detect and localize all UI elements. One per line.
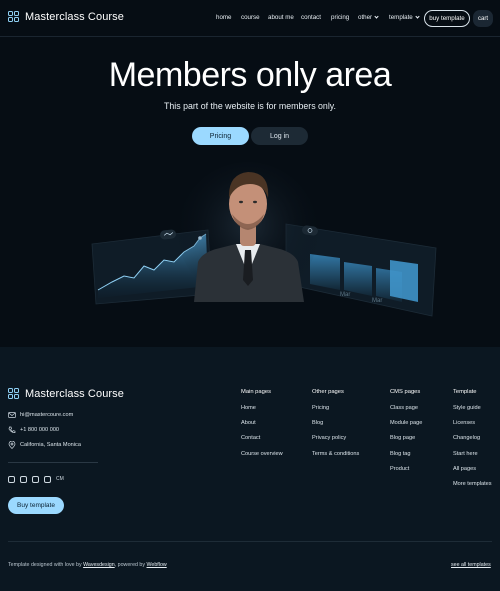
footer-column-title: Main pages bbox=[241, 389, 271, 395]
footer-link[interactable]: Start here bbox=[453, 451, 492, 466]
footer-link[interactable]: Contact bbox=[241, 435, 283, 450]
nav-contact[interactable]: contact bbox=[301, 14, 321, 21]
see-all-templates-link[interactable]: see all templates bbox=[451, 562, 491, 568]
nav-other-dropdown[interactable]: other bbox=[358, 14, 379, 21]
footer-column-title: Other pages bbox=[312, 389, 344, 395]
footer-link[interactable]: Terms & conditions bbox=[312, 451, 359, 466]
footer-brand-logo[interactable]: Masterclass Course bbox=[8, 388, 124, 400]
logo-icon bbox=[8, 388, 20, 400]
footer-link[interactable]: Licenses bbox=[453, 420, 492, 435]
footer-link[interactable]: Course overview bbox=[241, 451, 283, 466]
youtube-icon[interactable] bbox=[20, 476, 27, 483]
footer-email-text: hi@mastercoure.com bbox=[20, 412, 74, 418]
platform-link[interactable]: Webflow bbox=[147, 562, 167, 568]
footer-link[interactable]: Privacy policy bbox=[312, 435, 359, 450]
footer-link[interactable]: All pages bbox=[453, 466, 492, 481]
footer-link[interactable]: Blog bbox=[312, 420, 359, 435]
footer-phone-text: +1 800 000 000 bbox=[20, 427, 60, 433]
chart-label: Mar bbox=[372, 298, 382, 304]
nav-template-dropdown[interactable]: template bbox=[389, 14, 420, 21]
hero-illustration: Mar Mar bbox=[91, 162, 437, 317]
snapchat-icon[interactable] bbox=[44, 476, 51, 483]
footer-bottom-divider bbox=[8, 541, 492, 542]
footer-divider bbox=[8, 462, 98, 463]
buy-template-button[interactable]: buy template bbox=[424, 10, 470, 27]
footer-location: California, Santa Monica bbox=[8, 441, 81, 449]
phone-icon bbox=[8, 426, 16, 433]
logo-icon bbox=[8, 11, 20, 23]
facebook-icon[interactable] bbox=[32, 476, 39, 483]
footer-link[interactable]: Pricing bbox=[312, 405, 359, 420]
footer-column-template: Template Style guide Licenses Changelog … bbox=[453, 389, 492, 496]
social-links: CM bbox=[8, 476, 64, 483]
credits-mid: , powered by bbox=[114, 562, 147, 568]
footer-column-title: CMS pages bbox=[390, 389, 421, 395]
footer-brand-name: Masterclass Course bbox=[25, 388, 124, 400]
credits-prefix: Template designed with love by bbox=[8, 562, 84, 568]
pricing-button[interactable]: Pricing bbox=[192, 127, 249, 145]
footer-link[interactable]: Blog tag bbox=[390, 451, 422, 466]
chevron-down-icon bbox=[415, 14, 420, 19]
footer-column-cms-pages: CMS pages Class page Module page Blog pa… bbox=[390, 389, 422, 481]
footer-link[interactable]: Changelog bbox=[453, 435, 492, 450]
footer-location-text: California, Santa Monica bbox=[20, 442, 81, 448]
footer-email[interactable]: hi@mastercoure.com bbox=[8, 411, 73, 419]
designer-link[interactable]: Wavesdesign bbox=[83, 562, 115, 568]
footer-column-title: Template bbox=[453, 389, 477, 395]
location-pin-icon bbox=[8, 441, 16, 449]
footer-phone[interactable]: +1 800 000 000 bbox=[8, 426, 59, 434]
footer-link[interactable]: Module page bbox=[390, 420, 422, 435]
footer-buy-template-button[interactable]: Buy template bbox=[8, 497, 64, 514]
cart-button[interactable]: cart bbox=[473, 10, 493, 27]
chart-label: Mar bbox=[340, 292, 350, 298]
page-title: Members only area bbox=[108, 56, 392, 94]
mail-icon bbox=[8, 412, 16, 418]
footer-link[interactable]: Home bbox=[241, 405, 283, 420]
nav-other-label: other bbox=[358, 14, 373, 21]
nav-course[interactable]: course bbox=[241, 14, 260, 21]
page-subtitle: This part of the website is for members … bbox=[164, 101, 336, 111]
top-navbar: Masterclass Course home course about me … bbox=[0, 0, 500, 37]
brand-name: Masterclass Course bbox=[25, 11, 124, 23]
social-text-link[interactable]: CM bbox=[56, 476, 64, 483]
instructor-portrait bbox=[178, 162, 318, 302]
footer-link[interactable]: Product bbox=[390, 466, 422, 481]
footer-link[interactable]: About bbox=[241, 420, 283, 435]
footer-column-other-pages: Other pages Pricing Blog Privacy policy … bbox=[312, 389, 359, 466]
instagram-icon[interactable] bbox=[8, 476, 15, 483]
site-footer bbox=[0, 347, 500, 591]
footer-link[interactable]: Class page bbox=[390, 405, 422, 420]
nav-about-me[interactable]: about me bbox=[268, 14, 294, 21]
footer-credits: Template designed with love by Wavesdesi… bbox=[8, 562, 167, 568]
chevron-down-icon bbox=[374, 14, 379, 19]
nav-home[interactable]: home bbox=[216, 14, 231, 21]
footer-link[interactable]: Blog page bbox=[390, 435, 422, 450]
nav-pricing[interactable]: pricing bbox=[331, 14, 349, 21]
footer-link[interactable]: Style guide bbox=[453, 405, 492, 420]
brand-logo[interactable]: Masterclass Course bbox=[8, 11, 124, 23]
nav-template-label: template bbox=[389, 14, 413, 21]
footer-link[interactable]: More templates bbox=[453, 481, 492, 496]
footer-column-main-pages: Main pages Home About Contact Course ove… bbox=[241, 389, 283, 466]
login-button[interactable]: Log in bbox=[251, 127, 308, 145]
